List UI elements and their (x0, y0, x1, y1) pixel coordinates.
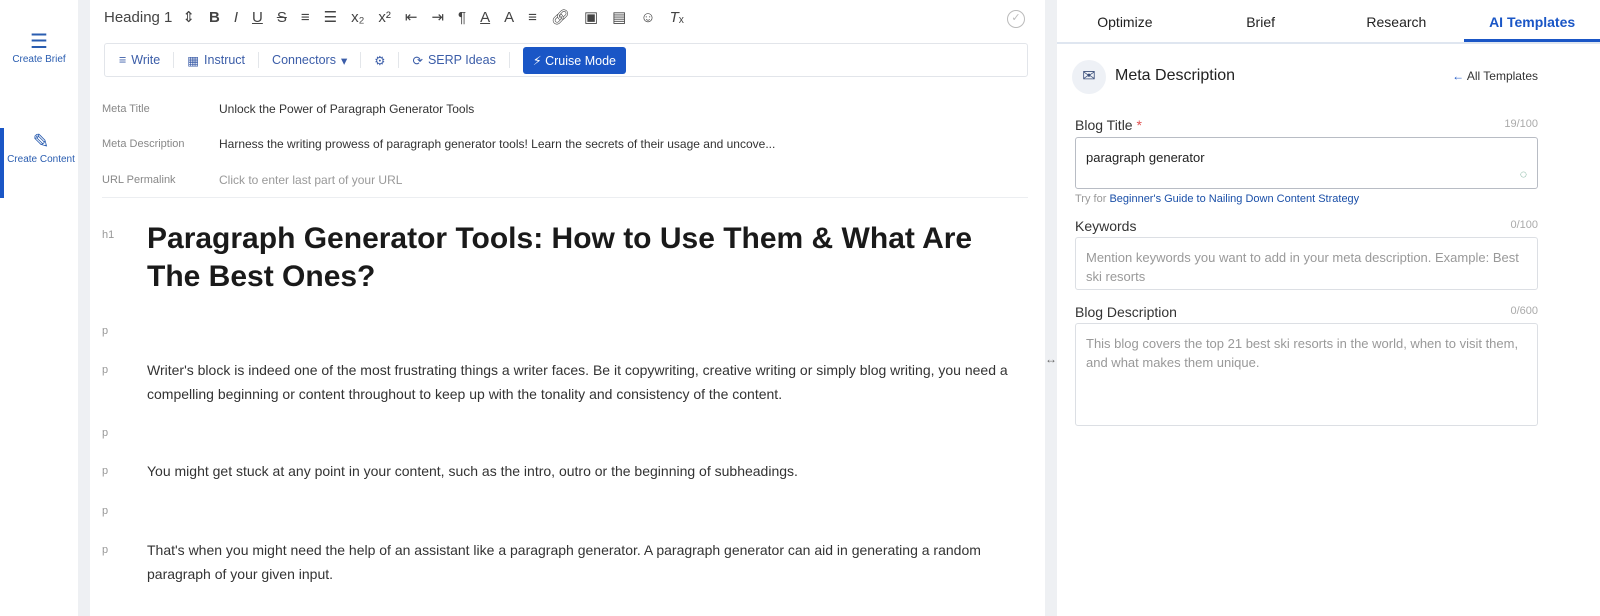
cruise-label: Cruise Mode (545, 53, 616, 68)
connectors-dropdown[interactable]: Connectors ▾ (259, 52, 362, 68)
instruct-button[interactable]: ▦ Instruct (174, 52, 260, 68)
heading-select[interactable]: Heading 1 ⇕ (104, 8, 195, 26)
emoji-icon[interactable]: ☺ (640, 9, 655, 26)
paragraph[interactable]: Writer's block is indeed one of the most… (147, 358, 1017, 406)
paragraph[interactable]: That's when you might need the help of a… (147, 538, 1017, 586)
caret-down-icon: ▾ (340, 53, 348, 68)
meta-title-label: Meta Title (102, 103, 150, 115)
bold-icon[interactable]: B (209, 9, 220, 26)
superscript-icon[interactable]: x² (378, 9, 391, 26)
sidebar-item-create-content[interactable]: ✎ Create Content (0, 128, 78, 198)
gear-icon: ⚙ (374, 53, 386, 68)
link-icon[interactable]: 🔗︎ (551, 8, 570, 26)
list-icon: ☰ (30, 31, 48, 53)
block-tag: p (102, 465, 109, 477)
grid-icon: ▦ (187, 53, 200, 68)
template-icon: ✉ (1072, 60, 1106, 94)
write-icon: ≡ (119, 53, 127, 67)
block-tag: p (102, 427, 109, 439)
highlight-icon[interactable]: A (504, 9, 514, 26)
clear-format-icon[interactable]: Tₓ (670, 9, 684, 26)
keywords-label: Keywords (1075, 218, 1137, 234)
font-color-icon[interactable]: A (480, 9, 490, 26)
instruct-label: Instruct (204, 53, 246, 67)
blog-title-label: Blog Title * (1075, 117, 1142, 133)
try-for-label: Try for (1075, 193, 1107, 205)
ordered-list-icon[interactable]: ≡ (301, 9, 310, 26)
image-icon[interactable]: ▣ (584, 8, 598, 26)
heading-value: Heading 1 (104, 9, 173, 26)
template-title: Meta Description (1115, 67, 1236, 84)
article-heading[interactable]: Paragraph Generator Tools: How to Use Th… (147, 220, 1007, 296)
resize-icon: ↔ (1045, 352, 1057, 366)
paragraph[interactable]: You might get stuck at any point in your… (147, 459, 1017, 483)
arrow-left-icon: ← (1452, 69, 1465, 83)
edit-icon: ✎ (32, 131, 50, 153)
blog-description-label: Blog Description (1075, 304, 1177, 320)
block-tag: p (102, 325, 109, 337)
divider (102, 197, 1028, 198)
try-for-link[interactable]: Beginner's Guide to Nailing Down Content… (1109, 193, 1359, 205)
video-icon[interactable]: ▤ (612, 8, 626, 26)
block-tag: h1 (102, 229, 115, 241)
tab-optimize[interactable]: Optimize (1057, 0, 1193, 42)
blog-title-input[interactable]: paragraph generator ◌ (1075, 137, 1538, 189)
sidebar-item-label: Create Brief (12, 54, 66, 65)
sidebar-item-create-brief[interactable]: ☰ Create Brief (0, 31, 78, 66)
settings-button[interactable]: ⚙ (361, 52, 400, 68)
cruise-mode-button[interactable]: ⚡︎ Cruise Mode (522, 46, 626, 74)
left-sidebar: ☰ Create Brief ✎ Create Content (0, 0, 78, 616)
label-text: Blog Title (1075, 117, 1133, 133)
block-tag: p (102, 364, 109, 376)
ai-toolbar: ≡ Write ▦ Instruct Connectors ▾ ⚙ ⟳ SERP Ide… (104, 43, 1028, 77)
bullet-list-icon[interactable]: ☰ (324, 8, 337, 26)
block-tag: p (102, 505, 109, 517)
meta-description-input[interactable]: Harness the writing prowess of paragraph… (219, 137, 775, 151)
write-label: Write (131, 53, 161, 67)
subscript-icon[interactable]: x₂ (351, 9, 364, 26)
paragraph-direction-icon[interactable]: ¶ (458, 9, 466, 26)
lightning-icon: ⚡︎ (532, 53, 542, 68)
all-templates-link[interactable]: ← All Templates (1452, 69, 1538, 83)
meta-title-input[interactable]: Unlock the Power of Paragraph Generator … (219, 102, 474, 116)
tab-ai-templates[interactable]: AI Templates (1464, 0, 1600, 42)
keywords-count: 0/100 (1510, 219, 1538, 231)
panel-tabs: Optimize Brief Research AI Templates (1057, 0, 1600, 44)
spinner-icon: ◌ (1519, 167, 1527, 181)
serp-ideas-button[interactable]: ⟳ SERP Ideas (399, 52, 510, 68)
connectors-label: Connectors (272, 53, 336, 67)
outdent-icon[interactable]: ⇤ (405, 8, 418, 26)
tab-research[interactable]: Research (1329, 0, 1465, 42)
url-permalink-input[interactable]: Click to enter last part of your URL (219, 173, 402, 187)
meta-description-label: Meta Description (102, 138, 185, 150)
blog-title-count: 19/100 (1504, 118, 1538, 130)
blog-description-input[interactable]: This blog covers the top 21 best ski res… (1075, 323, 1538, 426)
indent-icon[interactable]: ⇥ (431, 8, 444, 26)
check-circle-icon[interactable]: ✓ (1007, 10, 1025, 28)
editor: Heading 1 ⇕ B I U S ≡ ☰ x₂ x² ⇤ ⇥ ¶ A A ≡… (90, 0, 1045, 616)
block-tag: p (102, 544, 109, 556)
format-toolbar: Heading 1 ⇕ B I U S ≡ ☰ x₂ x² ⇤ ⇥ ¶ A A ≡… (104, 8, 698, 27)
blog-description-count: 0/600 (1510, 305, 1538, 317)
italic-icon[interactable]: I (234, 9, 238, 26)
sidebar-item-label: Create Content (7, 154, 75, 165)
try-for-hint: Try for Beginner's Guide to Nailing Down… (1075, 193, 1359, 205)
blog-title-value: paragraph generator (1086, 150, 1205, 165)
write-button[interactable]: ≡ Write (119, 52, 175, 68)
search-icon: ⟳ (412, 53, 423, 68)
all-templates-label: All Templates (1466, 69, 1538, 83)
resize-handle[interactable]: ↔ (1045, 0, 1057, 616)
align-icon[interactable]: ≡ (528, 9, 537, 26)
required-mark: * (1136, 117, 1142, 133)
keywords-input[interactable]: Mention keywords you want to add in your… (1075, 237, 1538, 290)
right-panel: Optimize Brief Research AI Templates ✉ M… (1057, 0, 1600, 616)
url-permalink-label: URL Permalink (102, 174, 176, 186)
serp-label: SERP Ideas (427, 53, 496, 67)
underline-icon[interactable]: U (252, 9, 263, 26)
tab-brief[interactable]: Brief (1193, 0, 1329, 42)
strikethrough-icon[interactable]: S (277, 9, 287, 26)
